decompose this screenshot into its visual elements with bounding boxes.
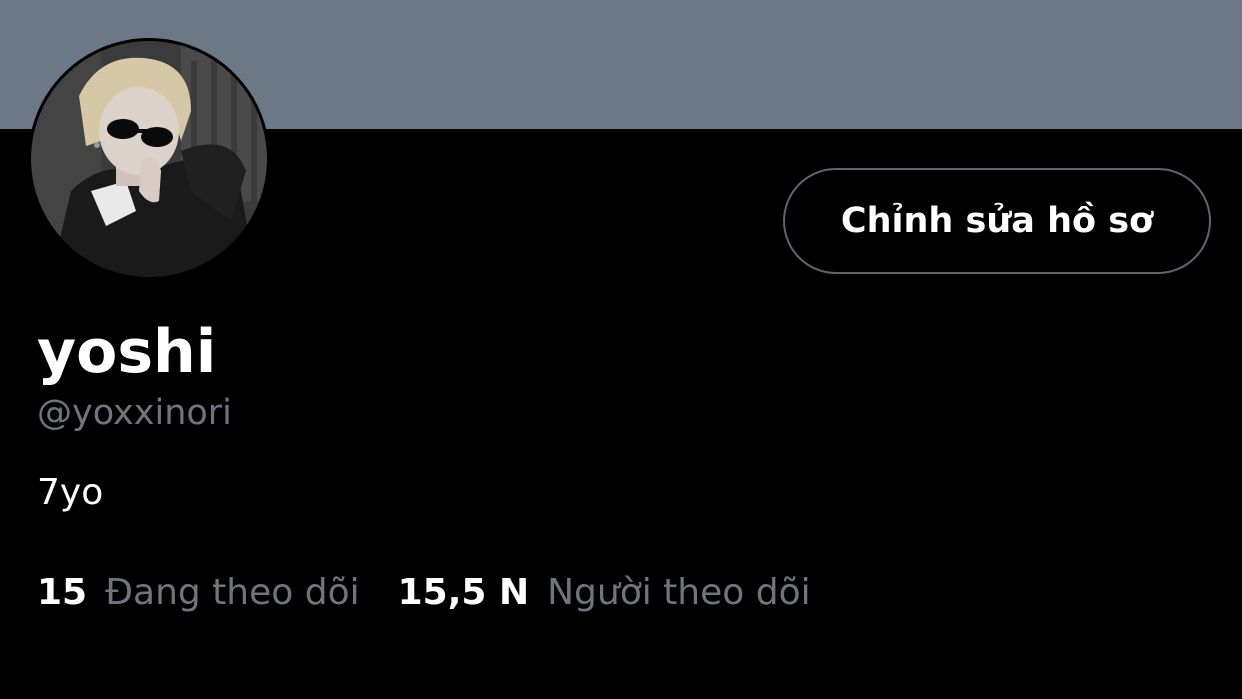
edit-profile-button[interactable]: Chỉnh sửa hồ sơ [783,168,1211,274]
following-label: Đang theo dõi [105,571,360,613]
avatar[interactable] [28,38,270,280]
avatar-photo [31,41,267,277]
bio: 7yo [37,472,104,513]
followers-count: 15,5 N [397,571,530,613]
follow-stats: 15 Đang theo dõi 15,5 N Người theo dõi [37,566,811,618]
followers-label: Người theo dõi [547,571,811,613]
followers-link[interactable]: 15,5 N Người theo dõi [398,572,811,613]
user-handle: @yoxxinori [37,393,232,433]
following-link[interactable]: 15 Đang theo dõi [37,572,360,613]
following-count: 15 [37,571,88,613]
display-name: yoshi [37,317,217,387]
